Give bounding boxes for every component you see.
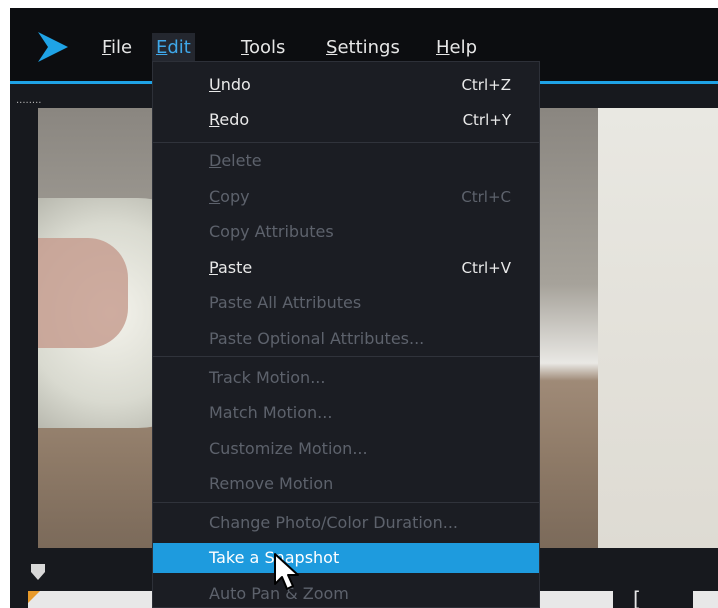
menu-item-remove-motion: Remove Motion	[209, 474, 334, 493]
menu-item-copy: Copy Ctrl+C	[209, 187, 511, 206]
preview-hand	[38, 238, 128, 348]
menu-separator	[153, 356, 539, 357]
trim-in-handle[interactable]	[28, 591, 40, 603]
menu-help[interactable]: Help	[434, 33, 479, 63]
menu-item-track-motion: Track Motion...	[209, 368, 326, 387]
menu-file[interactable]: File	[100, 33, 134, 63]
menu-item-redo[interactable]: Redo Ctrl+Y	[153, 105, 539, 135]
mark-in-button[interactable]: [	[613, 587, 693, 608]
menu-item-paste-all-attributes: Paste All Attributes	[209, 293, 362, 312]
edit-menu-dropdown: Undo Ctrl+Z Redo Ctrl+Y Delete Copy Ctrl+C …	[152, 61, 540, 608]
app-logo-icon	[38, 32, 68, 62]
menu-item-auto-pan-zoom: Auto Pan & Zoom	[209, 584, 349, 603]
menu-item-change-photo-color-duration: Change Photo/Color Duration...	[209, 513, 458, 532]
menu-separator	[153, 142, 539, 143]
menu-separator	[153, 502, 539, 503]
menu-item-take-snapshot[interactable]: Take a Snapshot	[153, 543, 539, 573]
preview-background	[598, 108, 718, 548]
mouse-pointer-icon	[274, 553, 299, 590]
playhead-marker-icon[interactable]	[30, 563, 46, 581]
menu-item-delete: Delete	[209, 151, 262, 170]
menu-item-customize-motion: Customize Motion...	[209, 439, 368, 458]
menu-item-paste[interactable]: Paste Ctrl+V	[153, 253, 539, 283]
menu-item-paste-optional-attributes: Paste Optional Attributes...	[209, 329, 425, 348]
shortcut-undo: Ctrl+Z	[461, 76, 511, 94]
menu-settings[interactable]: Settings	[324, 33, 402, 63]
shortcut-paste: Ctrl+V	[461, 259, 511, 277]
menu-item-match-motion: Match Motion...	[209, 403, 333, 422]
shortcut-redo: Ctrl+Y	[462, 111, 511, 129]
shortcut-copy: Ctrl+C	[461, 188, 511, 206]
menu-tools[interactable]: Tools	[239, 33, 287, 63]
menu-item-copy-attributes: Copy Attributes	[209, 222, 334, 241]
panel-grip[interactable]: ........	[16, 95, 41, 106]
menu-edit[interactable]: Edit	[152, 33, 195, 63]
menu-item-undo[interactable]: Undo Ctrl+Z	[153, 70, 539, 100]
